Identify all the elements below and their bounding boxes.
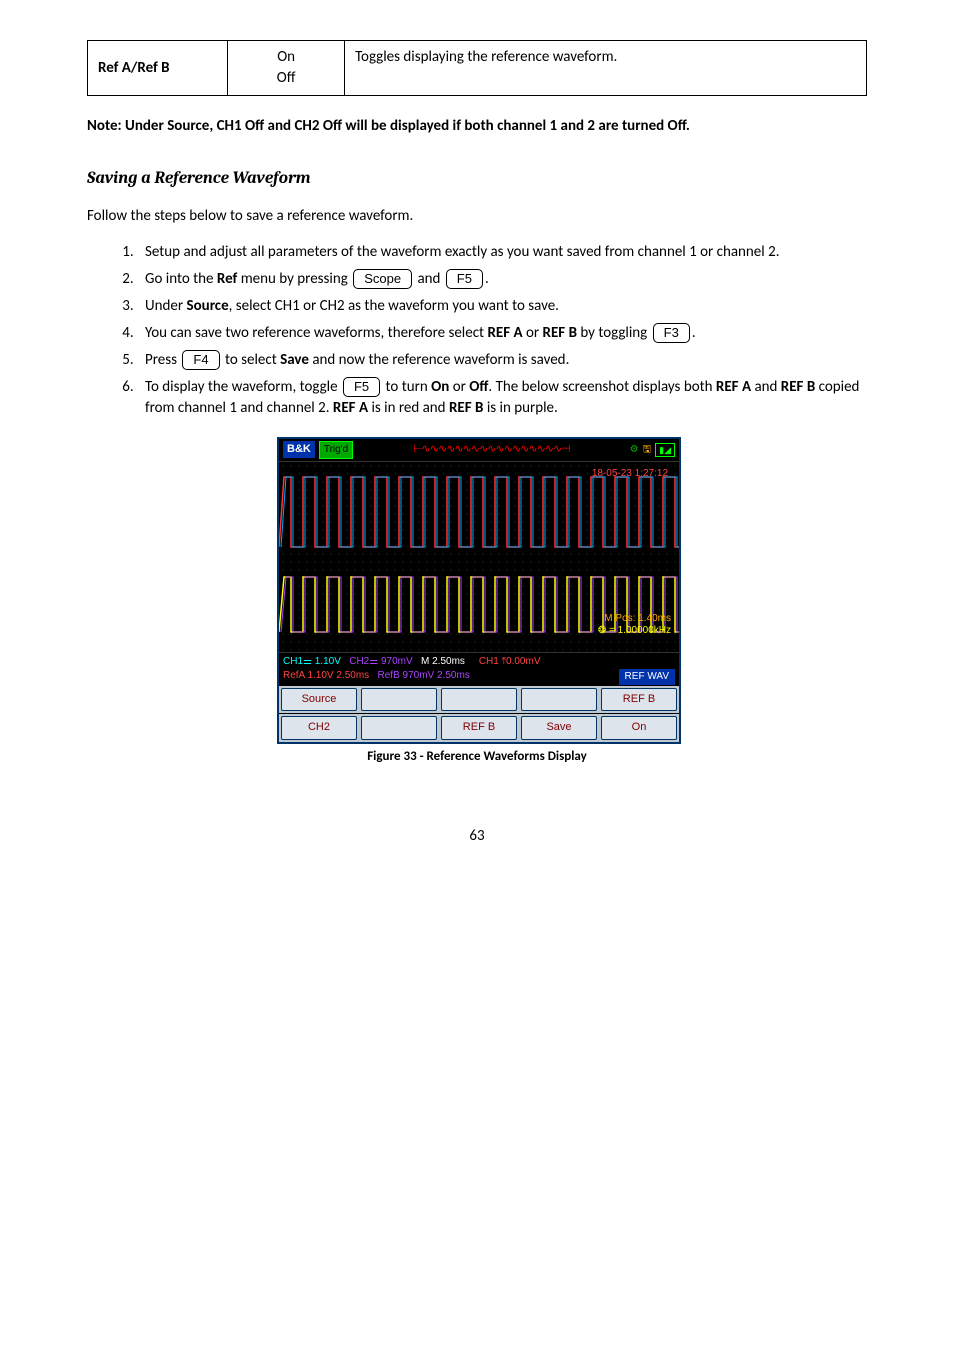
top-wave-icon: ⊢∿∿∿∿∿∿∿∿∿∿∿∿∿∿∿∿∿⊣: [357, 442, 625, 457]
f3-key: F3: [653, 323, 690, 343]
option-label: Ref A/Ref B: [88, 41, 228, 96]
trigd-badge: Trig'd: [319, 441, 353, 459]
page-number: 63: [87, 826, 867, 847]
waveform-ref-a: [279, 467, 679, 557]
f4-key: F4: [182, 350, 219, 370]
softkey-refb: REF B: [601, 688, 677, 711]
oscilloscope-screenshot: B&K Trig'd ⊢∿∿∿∿∿∿∿∿∿∿∿∿∿∿∿∿∿⊣ ⚙ 🖫 ▮◢ 18…: [277, 437, 677, 744]
softkey-4: [521, 688, 597, 711]
step-5: Press F4 to select Save and now the refe…: [137, 350, 867, 371]
step-4: You can save two reference waveforms, th…: [137, 323, 867, 344]
waveform-ref-b: [279, 562, 679, 652]
softkey-3: [441, 688, 517, 711]
gear-icon: ⚙: [630, 443, 639, 457]
softkey-on: On: [601, 716, 677, 739]
timebase-info: M 2.50ms: [421, 656, 465, 667]
refb-info: RefB 970mV 2.50ms: [378, 670, 470, 681]
step-3: Under Source, select CH1 or CH2 as the w…: [137, 296, 867, 317]
ch2-info: CH2⚌ 970mV: [349, 656, 412, 667]
usb-icon: 🖫: [643, 443, 652, 457]
bk-logo: B&K: [283, 441, 315, 458]
section-heading: Saving a Reference Waveform: [87, 167, 867, 191]
trig-info: CH1 ⤒0.00mV: [479, 656, 541, 667]
softkey-source: Source: [281, 688, 357, 711]
softkey-2b: [361, 716, 437, 739]
refwav-badge: REF WAV: [619, 669, 675, 685]
softkey-refb2: REF B: [441, 716, 517, 739]
note-text: Note: Under Source, CH1 Off and CH2 Off …: [87, 116, 867, 137]
softkey-ch2: CH2: [281, 716, 357, 739]
battery-icon: ▮◢: [655, 443, 675, 458]
refa-info: RefA 1.10V 2.50ms: [283, 670, 369, 681]
softkey-save: Save: [521, 716, 597, 739]
steps-list: Setup and adjust all parameters of the w…: [87, 242, 867, 419]
step-1: Setup and adjust all parameters of the w…: [137, 242, 867, 263]
option-table: Ref A/Ref B On Off Toggles displaying th…: [87, 40, 867, 96]
softkey-2: [361, 688, 437, 711]
f5-key-2: F5: [343, 377, 380, 397]
step-6: To display the waveform, toggle F5 to tu…: [137, 377, 867, 419]
intro-text: Follow the steps below to save a referen…: [87, 206, 867, 227]
ch1-info: CH1⚌ 1.10V: [283, 656, 341, 667]
scope-key: Scope: [353, 269, 412, 289]
step-2: Go into the Ref menu by pressing Scope a…: [137, 269, 867, 290]
f5-key: F5: [446, 269, 483, 289]
option-desc: Toggles displaying the reference wavefor…: [345, 41, 867, 96]
option-values: On Off: [228, 41, 345, 96]
figure-caption: Figure 33 - Reference Waveforms Display: [87, 748, 867, 766]
freq: ❂ = 1.00000kHz: [598, 624, 671, 638]
